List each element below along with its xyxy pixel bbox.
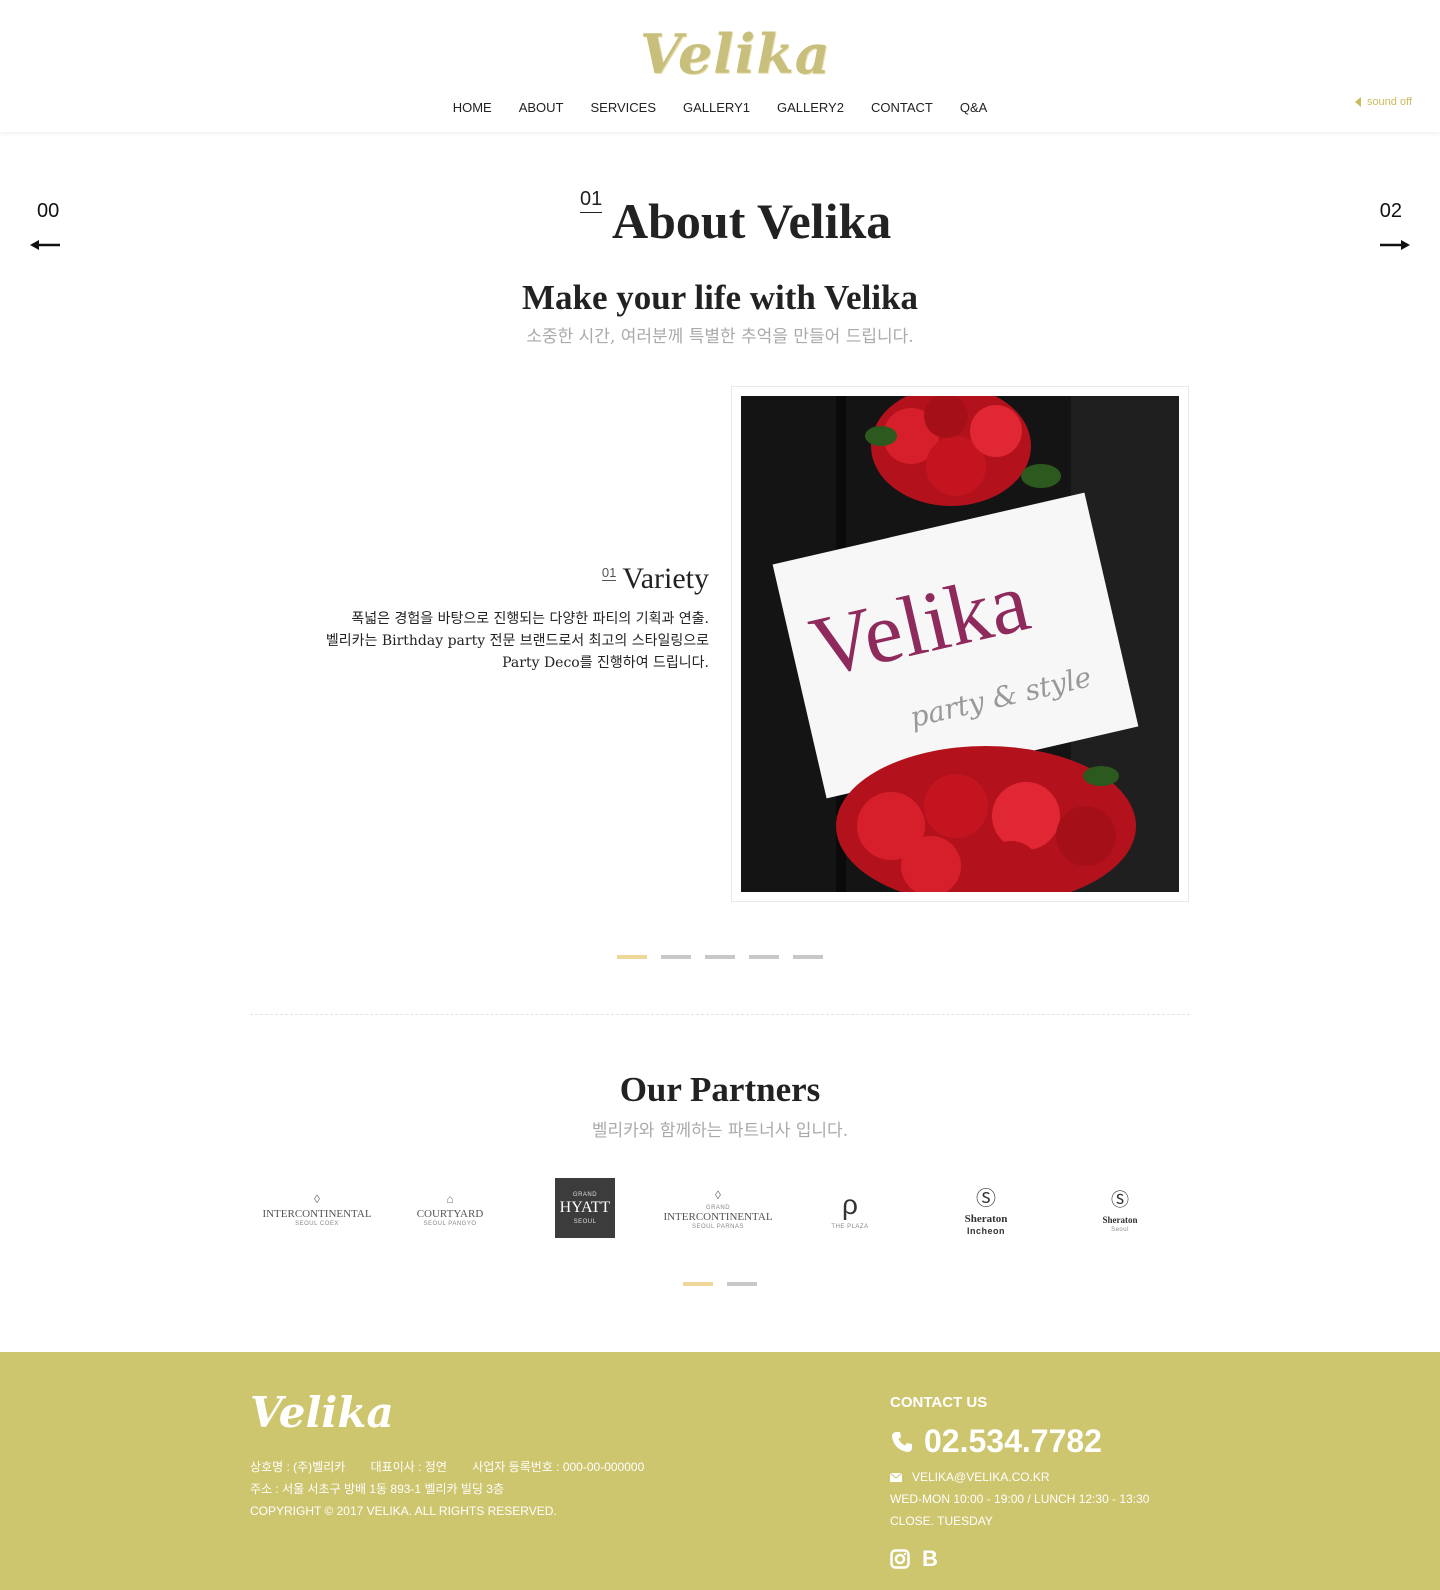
partner-sub: SEOUL xyxy=(573,1219,597,1225)
the-plaza-icon: ρ xyxy=(842,1188,858,1220)
contact-phone[interactable]: 02.534.7782 xyxy=(890,1423,1149,1460)
phone-icon xyxy=(892,1431,912,1452)
section-title: About Velika xyxy=(612,193,892,249)
partner-sub: SEOUL PANGYO xyxy=(423,1220,477,1227)
tagline: Make your life with Velika xyxy=(521,278,919,317)
site-logo[interactable]: Velika xyxy=(640,22,830,86)
partner-logo-grand-intercontinental[interactable]: ◊ GRAND INTERCONTINENTAL SEOUL PARNAS xyxy=(663,1178,772,1240)
nav-qna[interactable]: Q&A xyxy=(960,100,987,115)
nav-gallery2[interactable]: GALLERY2 xyxy=(777,100,844,115)
closed-day: CLOSE. TUESDAY xyxy=(890,1514,993,1528)
partner-sub: Seoul xyxy=(1111,1226,1129,1233)
feature-text: 01 Variety 폭넓은 경험을 바탕으로 진행되는 다양한 파티의 기획과 … xyxy=(289,562,709,674)
footer-logo[interactable]: Velika xyxy=(250,1388,394,1437)
sound-label: sound off xyxy=(1366,96,1412,108)
courtyard-marriott-icon: ⌂ xyxy=(446,1191,454,1206)
feature-line: 벨리카는 Birthday party 전문 브랜드로서 최고의 스타일링으로 xyxy=(325,633,709,649)
copyright: COPYRIGHT © 2017 VELIKA. ALL RIGHTS RESE… xyxy=(250,1504,557,1518)
blog-icon[interactable]: B xyxy=(922,1546,938,1572)
feature-photo-frame: Velika party & style xyxy=(731,386,1189,902)
nav-about[interactable]: ABOUT xyxy=(519,100,564,115)
address: 주소 : 서울 서초구 방배 1동 893-1 벨리카 빌딩 3층 xyxy=(250,1482,505,1496)
sheraton-incheon-icon: Ⓢ xyxy=(976,1188,996,1210)
section-divider xyxy=(250,1014,1190,1015)
flower-sign-illustration: Velika party & style xyxy=(741,396,1179,892)
slider-dot[interactable] xyxy=(617,955,647,959)
site-footer: Velika 상호명 : (주)벨리카 대표이사 : 정연 사업자 등록번호 :… xyxy=(0,1352,1440,1590)
partner-name: Sheraton xyxy=(964,1213,1008,1225)
feature-line: 폭넓은 경험을 바탕으로 진행되는 다양한 파티의 기획과 연출. xyxy=(351,611,709,627)
partner-name: HYATT xyxy=(559,1199,611,1216)
arrow-right-icon[interactable] xyxy=(1380,240,1410,250)
footer-info-row: 상호명 : (주)벨리카 대표이사 : 정연 사업자 등록번호 : 000-00… xyxy=(250,1456,666,1478)
partner-logo-sheraton-seoul[interactable]: Ⓢ Sheraton Seoul xyxy=(1080,1178,1160,1240)
partner-sub: SEOUL PARNAS xyxy=(691,1224,744,1230)
partners-title: Our Partners xyxy=(619,1070,821,1109)
partner-name: COURTYARD xyxy=(416,1207,484,1220)
partner-logo-courtyard[interactable]: ⌂ COURTYARD SEOUL PANGYO xyxy=(410,1178,490,1240)
partner-name: Sheraton xyxy=(1102,1214,1138,1225)
slider-dot[interactable] xyxy=(727,1282,757,1286)
business-hours: WED-MON 10:00 - 19:00 / LUNCH 12:30 - 13… xyxy=(890,1492,1150,1506)
logo-text: Velika xyxy=(640,22,831,86)
grand-intercontinental-icon: ◊ xyxy=(715,1188,721,1202)
contact-title: CONTACT US xyxy=(890,1394,988,1411)
speaker-icon xyxy=(1354,97,1361,107)
partner-sub: Incheon xyxy=(966,1226,1005,1236)
sound-toggle[interactable]: sound off xyxy=(1354,96,1412,108)
feature-description: 폭넓은 경험을 바탕으로 진행되는 다양한 파티의 기획과 연출. 벨리카는 B… xyxy=(289,608,709,674)
arrow-left-icon[interactable] xyxy=(30,240,60,250)
partner-name: INTERCONTINENTAL xyxy=(663,1211,773,1223)
phone-number: 02.534.7782 xyxy=(924,1423,1102,1459)
sheraton-seoul-icon: Ⓢ xyxy=(1111,1189,1129,1210)
slider-dot[interactable] xyxy=(705,955,735,959)
partner-logo-the-plaza[interactable]: ρ THE PLAZA xyxy=(810,1178,890,1240)
partner-name: INTERCONTINENTAL xyxy=(262,1207,372,1220)
instagram-icon[interactable] xyxy=(890,1549,910,1569)
feature-index: 01 xyxy=(601,565,617,581)
site-header: Velika HOME ABOUT SERVICES GALLERY1 GALL… xyxy=(0,0,1440,132)
feature-line: Party Deco를 진행하여 드립니다. xyxy=(502,655,709,671)
subtagline: 소중한 시간, 여러분께 특별한 추억을 만들어 드립니다. xyxy=(526,327,914,347)
nav-contact[interactable]: CONTACT xyxy=(871,100,933,115)
intercontinental-emblem-icon: ◊ xyxy=(314,1191,320,1206)
feature-photo: Velika party & style xyxy=(741,396,1179,892)
registration-number: 사업자 등록번호 : 000-00-000000 xyxy=(472,1460,645,1474)
partners-subtitle: 벨리카와 함께하는 파트너사 입니다. xyxy=(591,1121,849,1141)
slider-dot[interactable] xyxy=(683,1282,713,1286)
nav-gallery1[interactable]: GALLERY1 xyxy=(683,100,750,115)
email-line[interactable]: VELIKA@VELIKA.CO.KR xyxy=(890,1466,1149,1488)
feature-title: Variety xyxy=(622,562,709,595)
footer-company-info: 상호명 : (주)벨리카 대표이사 : 정연 사업자 등록번호 : 000-00… xyxy=(250,1456,666,1522)
next-section-number[interactable]: 02 xyxy=(1380,200,1402,223)
mail-icon xyxy=(890,1472,902,1482)
social-links: B xyxy=(890,1546,1149,1572)
contact-block: CONTACT US 02.534.7782 VELIKA@VELIKA.CO.… xyxy=(890,1394,1149,1572)
partner-name: THE PLAZA xyxy=(831,1223,869,1230)
about-slider-dots xyxy=(617,955,823,959)
slider-dot[interactable] xyxy=(749,955,779,959)
slider-dot[interactable] xyxy=(793,955,823,959)
slider-dot[interactable] xyxy=(661,955,691,959)
partner-logo-grand-hyatt[interactable]: GRAND HYATT SEOUL xyxy=(555,1178,615,1238)
company-name: 상호명 : (주)벨리카 xyxy=(250,1460,346,1474)
partner-logo-intercontinental-coex[interactable]: ◊ INTERCONTINENTAL SEOUL COEX xyxy=(262,1178,371,1240)
partners-slider-dots xyxy=(683,1282,757,1286)
nav-services[interactable]: SERVICES xyxy=(591,100,657,115)
email: VELIKA@VELIKA.CO.KR xyxy=(912,1470,1050,1484)
nav-home[interactable]: HOME xyxy=(453,100,492,115)
section-index: 01 xyxy=(580,188,603,213)
prev-section-number[interactable]: 00 xyxy=(37,200,59,223)
main-nav: HOME ABOUT SERVICES GALLERY1 GALLERY2 CO… xyxy=(0,100,1440,115)
ceo-name: 대표이사 : 정연 xyxy=(370,1460,447,1474)
partner-logo-sheraton-incheon[interactable]: Ⓢ Sheraton Incheon xyxy=(946,1178,1026,1240)
partner-sub: SEOUL COEX xyxy=(295,1220,339,1227)
